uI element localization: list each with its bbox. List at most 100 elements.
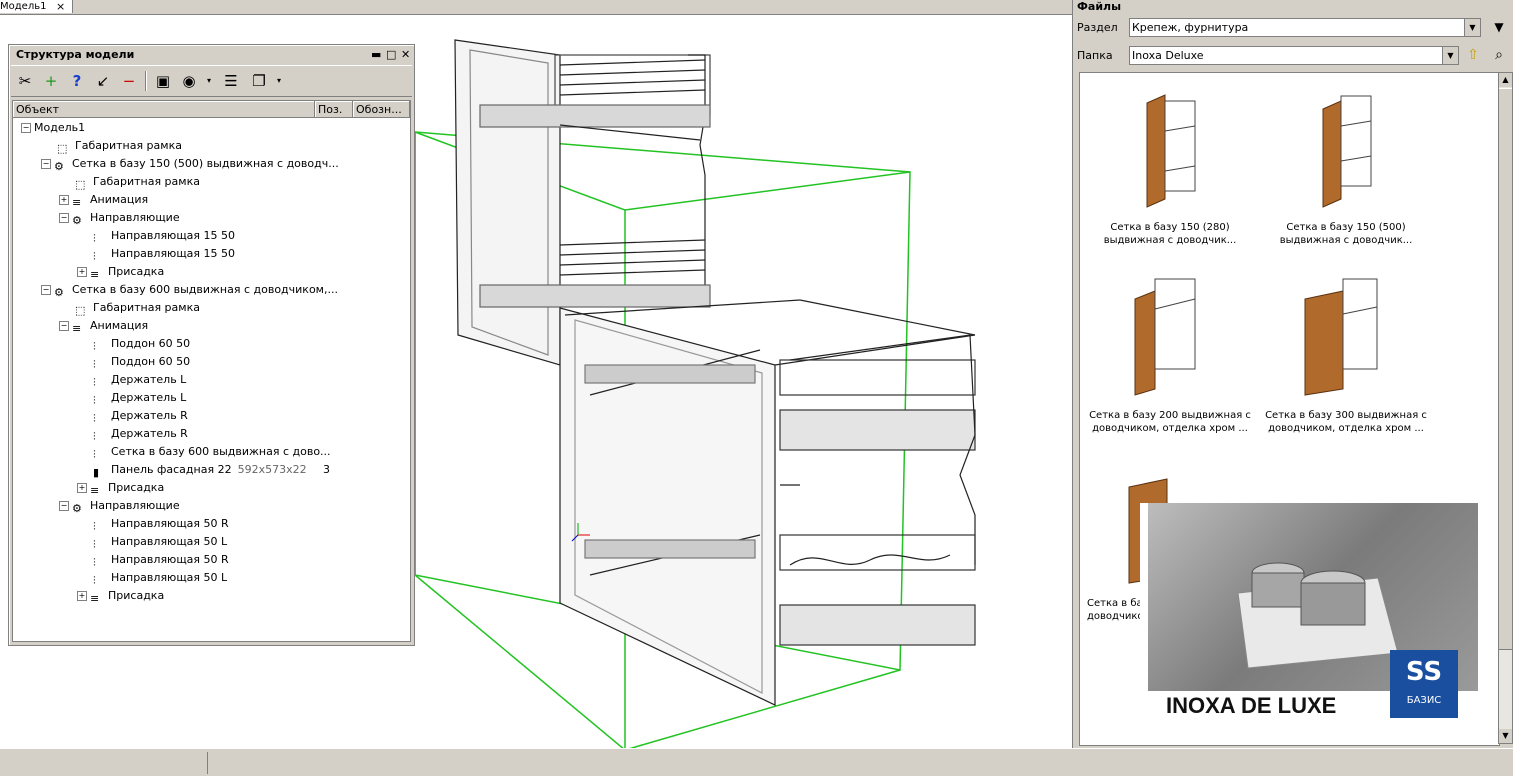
wide-basket-unit [559, 299, 976, 706]
expand-icon[interactable]: + [77, 591, 87, 601]
tree-item[interactable]: ⫶ Направляющая 50 L [93, 569, 227, 587]
rail-icon: ⫶ [93, 250, 96, 263]
product-brand: INOXA DE LUXE [1166, 693, 1337, 718]
stack-icon: ≡ [72, 196, 82, 209]
file-item-caption: Сетка в базу 150 (280) выдвижная с доводч… [1103, 222, 1237, 246]
file-item-caption: Сетка в базу 300 выдвижная с доводчиком, … [1265, 410, 1427, 434]
tree-item-label: Присадка [108, 589, 165, 602]
tools-icon[interactable]: ✂ [13, 70, 37, 92]
panel-menu-arrow-icon[interactable]: ▼ [1489, 17, 1509, 37]
chevron-down-icon[interactable]: ▼ [1464, 19, 1480, 36]
tree-item[interactable]: ⫶ Держатель R [93, 407, 188, 425]
tree-item[interactable]: ⫶ Держатель L [93, 389, 186, 407]
frame-icon: ⬚ [75, 178, 86, 191]
tree-item-label: Направляющая 15 50 [111, 247, 236, 260]
folder-select-value: Inoxa Deluxe [1132, 49, 1204, 62]
list-view-icon[interactable]: ☰ [219, 70, 243, 92]
file-item[interactable]: Сетка в базу 150 (500) выдвижная с доводч… [1261, 81, 1431, 251]
tree-item-label: Сетка в базу 150 (500) выдвижная с довод… [72, 157, 339, 170]
collapse-icon[interactable]: − [41, 285, 51, 295]
tree-item[interactable]: − ⚙ Сетка в базу 600 выдвижная с доводчико… [41, 281, 338, 299]
file-item[interactable]: Сетка в базу 200 выдвижная с доводчиком, … [1085, 269, 1255, 439]
tree-item-label: Поддон 60 50 [111, 355, 191, 368]
help-object-icon[interactable]: ? [65, 70, 89, 92]
tree-item[interactable]: + ≡ Присадка [77, 263, 164, 281]
tree-item[interactable]: ⫶ Направляющая 50 R [93, 551, 229, 569]
search-icon[interactable]: ⌕ [1489, 45, 1509, 65]
tree-item[interactable]: ⬚ Габаритная рамка [57, 137, 182, 155]
collapse-icon[interactable]: − [59, 321, 69, 331]
close-icon[interactable]: ✕ [401, 47, 410, 63]
tree-item-label: Габаритная рамка [93, 301, 200, 314]
tree-item[interactable]: − ⚙ Направляющие [59, 497, 180, 515]
scroll-down-icon[interactable]: ▼ [1499, 729, 1512, 743]
tab-model1[interactable]: Модель1 × [0, 0, 73, 13]
scrollbar-thumb[interactable] [1499, 88, 1512, 650]
tree-item[interactable]: ⫶ Направляющая 15 50 [93, 245, 235, 263]
tree-item[interactable]: ⫶ Сетка в базу 600 выдвижная с дово... [93, 443, 331, 461]
tab-label: Модель1 [0, 1, 47, 12]
link-object-icon[interactable]: ↙ [91, 70, 115, 92]
assembly-icon: ⚙ [54, 286, 64, 299]
tree-item[interactable]: ⫶ Направляющая 50 R [93, 515, 229, 533]
remove-object-icon[interactable]: − [117, 70, 141, 92]
rail-icon: ⫶ [93, 358, 96, 371]
tree-item[interactable]: + ≡ Присадка [77, 479, 164, 497]
chevron-down-icon[interactable]: ▾ [267, 70, 291, 92]
collapse-icon[interactable]: − [41, 159, 51, 169]
tree-item-label: Направляющая 50 R [111, 553, 229, 566]
tree-item-pos: 3 [323, 463, 330, 476]
collapse-icon[interactable]: − [21, 123, 31, 133]
tree-item[interactable]: − ⚙ Сетка в базу 150 (500) выдвижная с дов… [41, 155, 339, 173]
rail-icon: ⫶ [93, 394, 96, 407]
scroll-up-icon[interactable]: ▲ [1499, 73, 1512, 87]
tree-item[interactable]: ⫶ Держатель R [93, 425, 188, 443]
tree-item[interactable]: − ⚙ Направляющие [59, 209, 180, 227]
tree-item[interactable]: ⫶ Держатель L [93, 371, 186, 389]
column-header-pos[interactable]: Поз. [315, 101, 353, 118]
expand-icon[interactable]: + [59, 195, 69, 205]
expand-icon[interactable]: + [77, 267, 87, 277]
file-item[interactable]: Сетка в базу 300 выдвижная с доводчиком, … [1261, 269, 1431, 439]
minimize-icon[interactable]: ▬ [371, 47, 381, 63]
assembly-icon: ⚙ [54, 160, 64, 173]
stack-icon: ≡ [72, 322, 82, 335]
folder-label: Папка [1077, 49, 1113, 62]
tree-item[interactable]: ⫶ Направляющая 50 L [93, 533, 227, 551]
chevron-down-icon[interactable]: ▼ [1442, 47, 1458, 64]
tree-item[interactable]: ⫶ Направляющая 15 50 [93, 227, 235, 245]
section-select-value: Крепеж, фурнитура [1132, 21, 1249, 34]
tree-item[interactable]: − ≡ Анимация [59, 317, 148, 335]
assembly-icon: ⚙ [72, 214, 82, 227]
collapse-icon[interactable]: − [59, 213, 69, 223]
collapse-icon[interactable]: − [59, 501, 69, 511]
3d-viewport[interactable]: Структура модели ▬ □ ✕ ✂ + ? ↙ − ▣ ◉ ▾ ☰… [0, 15, 1072, 748]
status-bar [0, 748, 1513, 776]
preview-icon[interactable]: ▣ [151, 70, 175, 92]
tree-item[interactable]: + ≡ Анимация [59, 191, 148, 209]
folder-select[interactable]: Inoxa Deluxe ▼ [1129, 46, 1459, 65]
maximize-icon[interactable]: □ [386, 47, 396, 63]
expand-icon[interactable]: + [77, 483, 87, 493]
column-header-code[interactable]: Обозн... [353, 101, 410, 118]
chevron-down-icon[interactable]: ▾ [197, 70, 221, 92]
tree-item[interactable]: + ≡ Присадка [77, 587, 164, 605]
tree-item[interactable]: ⫶ Поддон 60 50 [93, 353, 190, 371]
tree-item-dims: 592x573x22 [237, 463, 307, 476]
stack-icon: ≡ [90, 484, 100, 497]
tree-item[interactable]: ⫶ Поддон 60 50 [93, 335, 190, 353]
tree-item[interactable]: ▮ Панель фасадная 22 592x573x22 3 [93, 461, 410, 479]
close-icon[interactable]: × [56, 0, 65, 13]
stack-icon: ≡ [90, 592, 100, 605]
folder-up-icon[interactable]: ⇧ [1463, 45, 1483, 65]
column-header-object[interactable]: Объект [13, 101, 315, 118]
section-select[interactable]: Крепеж, фурнитура ▼ [1129, 18, 1481, 37]
add-object-icon[interactable]: + [39, 70, 63, 92]
tree-item[interactable]: ⬚ Габаритная рамка [75, 173, 200, 191]
tree-item[interactable]: ⬚ Габаритная рамка [75, 299, 200, 317]
tree-item-label: Присадка [108, 481, 165, 494]
tree-item[interactable]: − Модель1 [21, 119, 85, 137]
thumbnails-scrollbar[interactable]: ▲ ▼ [1498, 72, 1513, 744]
file-thumbnail-image [1304, 278, 1378, 396]
file-item[interactable]: Сетка в базу 150 (280) выдвижная с доводч… [1085, 81, 1255, 251]
